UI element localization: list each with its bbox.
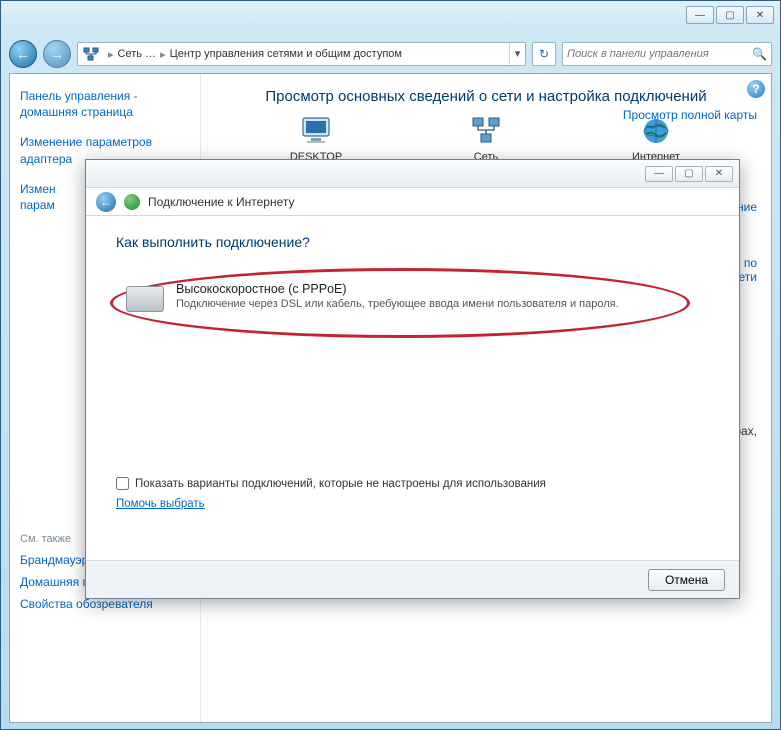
breadcrumb-dropdown[interactable]: ▾ xyxy=(509,43,525,65)
search-input[interactable] xyxy=(567,48,752,60)
breadcrumb-sep: ▸ xyxy=(156,48,170,61)
dialog-maximize-button[interactable]: ▢ xyxy=(675,166,703,182)
maximize-button[interactable]: ▢ xyxy=(716,6,744,24)
sidebar-home-link[interactable]: Панель управления - домашняя страница xyxy=(20,88,190,120)
cancel-button[interactable]: Отмена xyxy=(648,569,725,591)
page-heading: Просмотр основных сведений о сети и наст… xyxy=(215,88,757,105)
dialog-back-button[interactable]: ← xyxy=(96,192,116,212)
breadcrumb-sep: ▸ xyxy=(104,48,118,61)
globe-small-icon xyxy=(124,194,140,210)
titlebar: — ▢ ✕ xyxy=(1,1,780,29)
net-item-internet[interactable]: Интернет xyxy=(616,115,696,163)
breadcrumb-current[interactable]: Центр управления сетями и общим доступом xyxy=(170,48,402,60)
refresh-button[interactable]: ↻ xyxy=(532,42,556,66)
option-desc: Подключение через DSL или кабель, требую… xyxy=(176,297,619,312)
show-unconfigured-checkbox[interactable]: Показать варианты подключений, которые н… xyxy=(116,477,709,490)
back-button[interactable]: ← xyxy=(9,40,37,68)
sidebar-internet-options-link[interactable]: Свойства обозревателя xyxy=(20,597,190,611)
breadcrumb[interactable]: ▸ Сеть … ▸ Центр управления сетями и общ… xyxy=(77,42,526,66)
option-title: Высокоскоростное (с PPPoE) xyxy=(176,282,619,296)
dialog-minimize-button[interactable]: — xyxy=(645,166,673,182)
net-item-desktop[interactable]: DESKTOP xyxy=(276,115,356,163)
breadcrumb-root[interactable]: Сеть … xyxy=(118,48,157,60)
sidebar-sharing-text2: парам xyxy=(20,198,55,212)
close-button[interactable]: ✕ xyxy=(746,6,774,24)
network-icon xyxy=(82,45,100,63)
dialog-titlebar: — ▢ ✕ xyxy=(86,160,739,188)
dialog-close-button[interactable]: ✕ xyxy=(705,166,733,182)
show-unconfigured-input[interactable] xyxy=(116,477,129,490)
view-full-map-link[interactable]: Просмотр полной карты xyxy=(623,108,757,122)
dialog-body: Как выполнить подключение? Высокоскорост… xyxy=(86,216,739,560)
search-box[interactable]: 🔍 xyxy=(562,42,772,66)
sidebar-sharing-text1: Измен xyxy=(20,182,56,196)
minimize-button[interactable]: — xyxy=(686,6,714,24)
show-unconfigured-label: Показать варианты подключений, которые н… xyxy=(135,478,546,490)
search-icon: 🔍 xyxy=(752,47,767,61)
net-item-network[interactable]: Сеть xyxy=(446,115,526,163)
dialog-question: Как выполнить подключение? xyxy=(116,234,709,250)
computer-icon xyxy=(298,115,334,147)
option-text: Высокоскоростное (с PPPoE) Подключение ч… xyxy=(176,282,619,312)
dialog-title: Подключение к Интернету xyxy=(148,195,295,209)
forward-button[interactable]: → xyxy=(43,40,71,68)
network-map-row: DESKTOP Сеть Интернет xyxy=(215,115,757,163)
option-pppoe[interactable]: Высокоскоростное (с PPPoE) Подключение ч… xyxy=(116,276,709,318)
nav-toolbar: ← → ▸ Сеть … ▸ Центр управления сетями и… xyxy=(9,35,772,73)
dialog-footer: Отмена xyxy=(86,560,739,598)
modem-icon xyxy=(126,286,164,312)
help-icon[interactable]: ? xyxy=(747,80,765,98)
network-hub-icon xyxy=(468,115,504,147)
help-choose-link[interactable]: Помочь выбрать xyxy=(116,498,205,510)
dialog-header: ← Подключение к Интернету xyxy=(86,188,739,216)
dialog-lower: Показать варианты подключений, которые н… xyxy=(116,477,709,512)
connect-internet-dialog: — ▢ ✕ ← Подключение к Интернету Как выпо… xyxy=(85,159,740,599)
